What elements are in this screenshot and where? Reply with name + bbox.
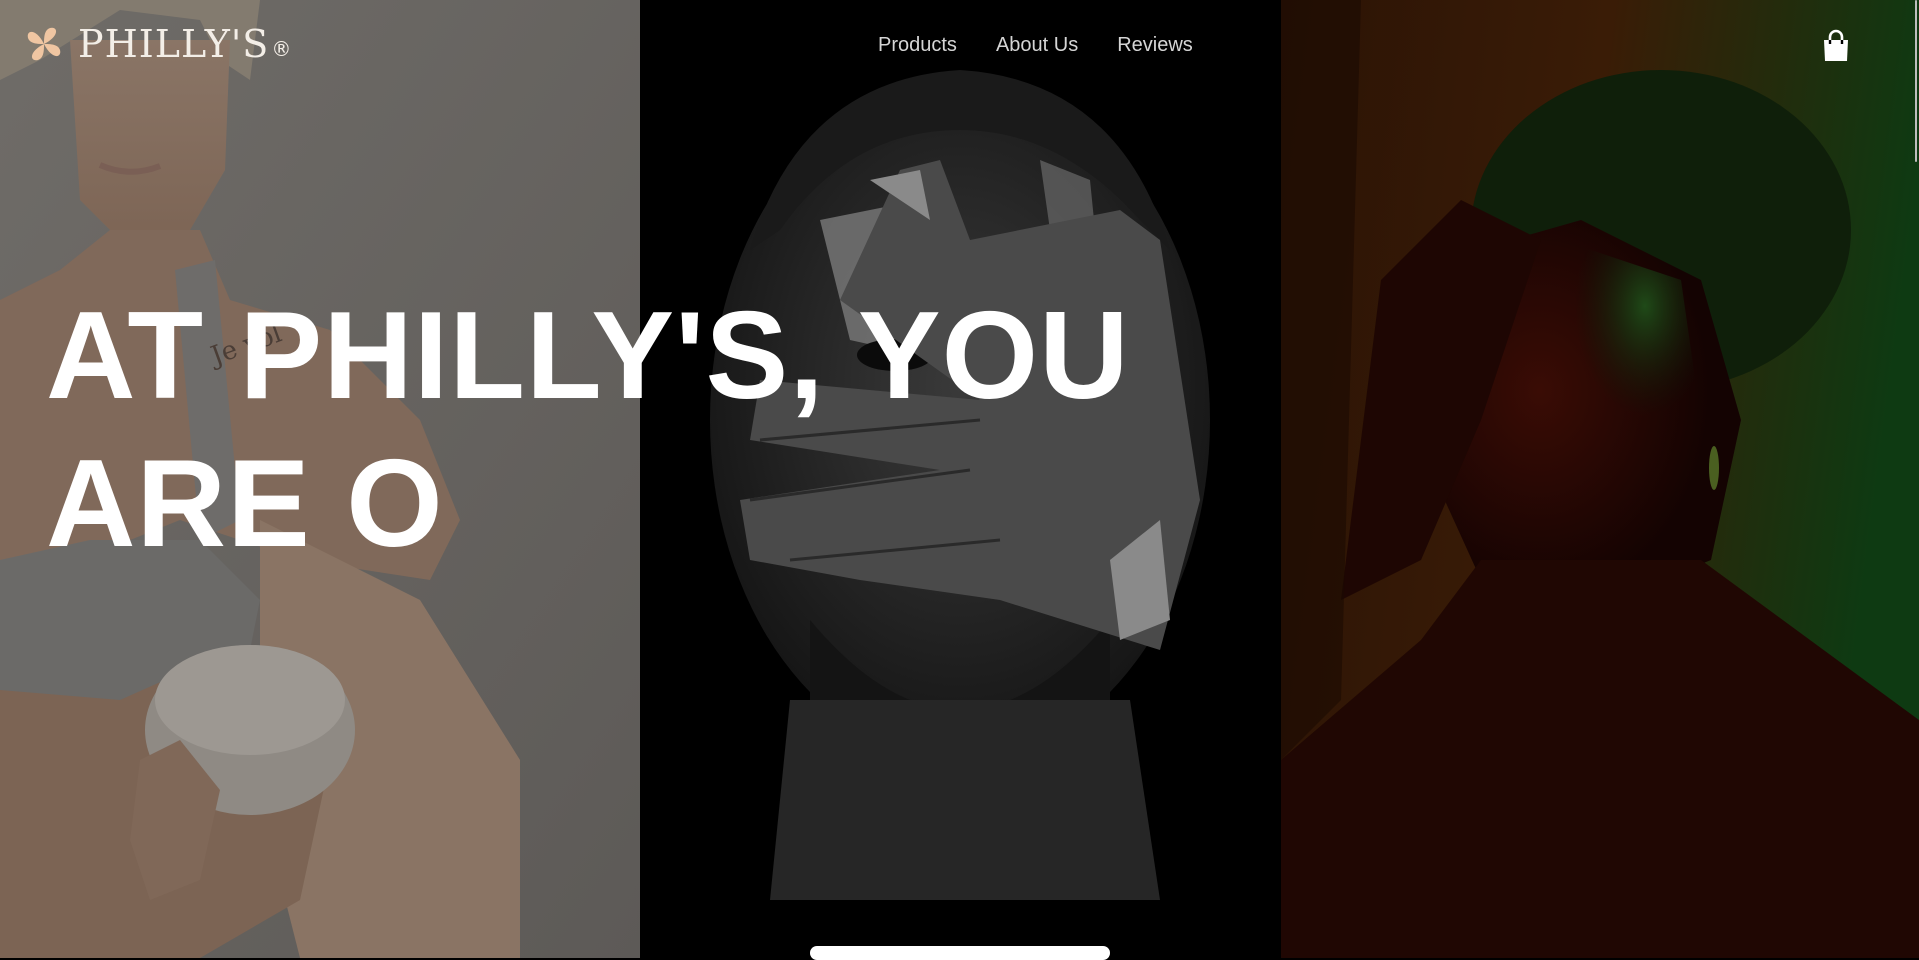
scrollbar-thumb[interactable]	[1915, 0, 1917, 162]
brand-name: PHILLY'S	[78, 22, 270, 66]
page-scrollbar[interactable]	[1915, 0, 1919, 958]
top-navbar: PHILLY'S ® Products About Us Reviews	[0, 0, 1919, 94]
registered-mark: ®	[271, 37, 292, 61]
hero-headline-line-2: ARE O	[46, 435, 444, 573]
hero-headline-line-1: AT PHILLY'S, YOU	[46, 287, 1130, 425]
brand-logo[interactable]: PHILLY'S ®	[24, 24, 291, 64]
flower-logo-icon	[27, 27, 61, 61]
nav-link-about-us[interactable]: About Us	[996, 33, 1078, 57]
nav-link-reviews[interactable]: Reviews	[1117, 33, 1193, 57]
hero-headline: AT PHILLY'S, YOU ARE O	[46, 282, 1246, 578]
hero-photo-right	[1281, 0, 1919, 958]
nav-link-products[interactable]: Products	[878, 33, 957, 57]
shopping-bag-icon[interactable]	[1820, 29, 1852, 63]
main-menu: Products About Us Reviews	[878, 33, 1232, 57]
